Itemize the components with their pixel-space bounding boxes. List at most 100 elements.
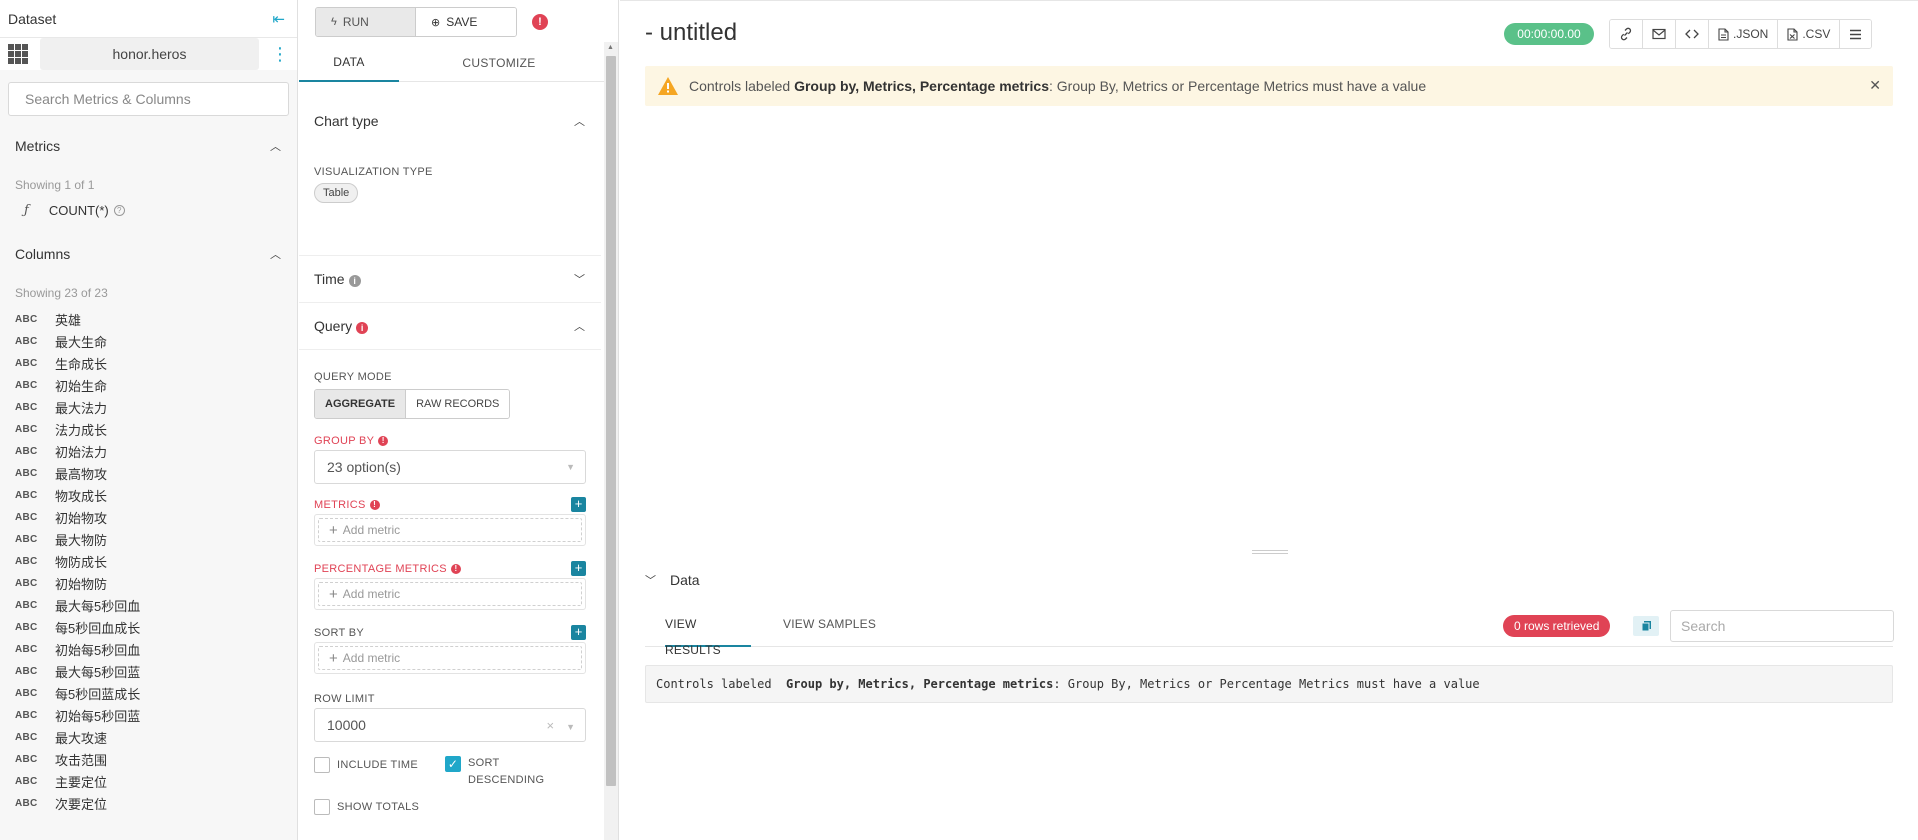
scroll-up-arrow-icon[interactable]: ▲: [607, 44, 614, 51]
save-button[interactable]: ⊕ SAVE: [416, 8, 516, 36]
add-percentage-metrics-button[interactable]: +: [571, 561, 586, 576]
query-section: Query i ︿ QUERY MODE AGGREGATE RAW RECORD…: [299, 303, 601, 816]
column-name: 最大物防: [55, 532, 108, 548]
question-icon[interactable]: ?: [113, 204, 125, 216]
query-mode-toggle: AGGREGATE RAW RECORDS: [314, 389, 511, 419]
metrics-columns-search-input[interactable]: [9, 83, 288, 115]
export-csv-button[interactable]: .CSV: [1778, 20, 1841, 48]
add-sort-by-button[interactable]: +: [571, 625, 586, 640]
caret-down-icon[interactable]: ▼: [566, 722, 575, 732]
string-type-icon: ABC: [15, 467, 38, 479]
column-name: 主要定位: [55, 774, 108, 790]
include-time-option[interactable]: INCLUDE TIME: [299, 756, 445, 774]
alert-prefix: Controls labeled: [689, 78, 795, 94]
column-item[interactable]: ABC 生命成长: [15, 352, 297, 374]
share-email-button[interactable]: [1643, 20, 1676, 48]
close-icon[interactable]: ✕: [1869, 77, 1881, 94]
sort-descending-checkbox[interactable]: ✓: [445, 756, 461, 772]
column-item[interactable]: ABC 每5秒回蓝成长: [15, 682, 297, 704]
embed-code-button[interactable]: [1676, 20, 1709, 48]
clear-icon[interactable]: ×: [546, 718, 554, 733]
tab-view-samples[interactable]: VIEW SAMPLES: [783, 611, 876, 647]
query-title: Query: [314, 318, 353, 334]
info-icon[interactable]: i: [348, 275, 361, 287]
column-item[interactable]: ABC 物攻成长: [15, 484, 297, 506]
error-icon[interactable]: !: [532, 14, 548, 30]
column-item[interactable]: ABC 英雄: [15, 308, 297, 330]
group-by-select[interactable]: 23 option(s) ▼: [314, 450, 586, 484]
metrics-section-header[interactable]: Metrics ︿: [0, 134, 297, 158]
column-item[interactable]: ABC 主要定位: [15, 770, 297, 792]
collapse-panel-icon[interactable]: ⇤: [272, 10, 285, 28]
column-item[interactable]: ABC 初始生命: [15, 374, 297, 396]
add-metric-text: Add metric: [342, 651, 401, 665]
sort-by-add-box[interactable]: + Add metric: [314, 642, 586, 674]
string-type-icon: ABC: [15, 665, 38, 677]
show-totals-checkbox[interactable]: [314, 799, 330, 815]
column-item[interactable]: ABC 物防成长: [15, 550, 297, 572]
add-metric-placeholder[interactable]: + Add metric: [318, 646, 582, 670]
more-menu-button[interactable]: [1840, 20, 1872, 48]
dataset-name[interactable]: honor.heros: [40, 38, 259, 70]
query-header[interactable]: Query i ︿: [299, 303, 601, 349]
string-type-icon: ABC: [15, 335, 38, 347]
dataset-panel: Dataset ⇤ honor.heros ⋮ Metrics ︿ Showin…: [0, 0, 298, 840]
metrics-add-box[interactable]: + Add metric: [314, 514, 586, 546]
percentage-metrics-add-box[interactable]: + Add metric: [314, 578, 586, 610]
column-item[interactable]: ABC 最大攻速: [15, 726, 297, 748]
dataset-menu-icon[interactable]: ⋮: [271, 45, 289, 63]
column-item[interactable]: ABC 最大每5秒回蓝: [15, 660, 297, 682]
tab-customize[interactable]: CUSTOMIZE: [399, 44, 599, 81]
query-mode-aggregate[interactable]: AGGREGATE: [315, 390, 407, 418]
show-totals-option[interactable]: SHOW TOTALS: [299, 798, 601, 816]
csv-label: .CSV: [1802, 27, 1831, 41]
sort-descending-option[interactable]: ✓ SORT DESCENDING: [445, 756, 544, 789]
time-header[interactable]: Time i ﹀: [299, 256, 601, 302]
column-item[interactable]: ABC 初始物防: [15, 572, 297, 594]
copy-link-button[interactable]: [1610, 20, 1643, 48]
results-search-input[interactable]: [1671, 611, 1893, 641]
chart-title[interactable]: - untitled: [645, 19, 737, 47]
control-panel-scrollbar[interactable]: ▲: [604, 42, 618, 840]
tab-view-results[interactable]: VIEW RESULTS: [665, 611, 751, 657]
string-type-icon: ABC: [15, 401, 38, 413]
export-json-button[interactable]: .JSON: [1709, 20, 1779, 48]
column-item[interactable]: ABC 次要定位: [15, 792, 297, 814]
column-item[interactable]: ABC 初始物攻: [15, 506, 297, 528]
metrics-columns-search[interactable]: [8, 82, 289, 116]
column-item[interactable]: ABC 最大物防: [15, 528, 297, 550]
run-button[interactable]: ϟ RUN: [316, 8, 416, 36]
viz-type-chip[interactable]: Table: [314, 183, 359, 203]
columns-section-header[interactable]: Columns ︿: [0, 242, 297, 266]
query-mode-raw-records[interactable]: RAW RECORDS: [406, 390, 510, 418]
tab-data[interactable]: DATA: [299, 44, 399, 82]
column-item[interactable]: ABC 每5秒回血成长: [15, 616, 297, 638]
column-item[interactable]: ABC 最大法力: [15, 396, 297, 418]
chart-type-header[interactable]: Chart type ︿: [299, 98, 601, 144]
column-item[interactable]: ABC 初始每5秒回血: [15, 638, 297, 660]
copy-results-button[interactable]: [1633, 616, 1659, 636]
metric-item[interactable]: ƒ COUNT(*) ?: [0, 200, 297, 220]
include-time-checkbox[interactable]: [314, 757, 330, 773]
data-section-title: Data: [670, 572, 700, 588]
column-item[interactable]: ABC 最高物攻: [15, 462, 297, 484]
column-item[interactable]: ABC 最大生命: [15, 330, 297, 352]
plus-icon: +: [329, 521, 338, 539]
add-metrics-button[interactable]: +: [571, 497, 586, 512]
scrollbar-thumb[interactable]: [606, 56, 616, 786]
control-panel: ϟ RUN ⊕ SAVE ! DATA CUSTOMIZE ▲ Chart ty…: [299, 0, 619, 840]
chevron-up-icon: ︿: [574, 321, 585, 333]
results-search[interactable]: [1670, 610, 1894, 642]
column-item[interactable]: ABC 法力成长: [15, 418, 297, 440]
column-item[interactable]: ABC 最大每5秒回血: [15, 594, 297, 616]
data-section-header[interactable]: ﹀ Data: [645, 572, 700, 588]
row-limit-select[interactable]: 10000 × ▼: [314, 708, 586, 742]
add-metric-placeholder[interactable]: + Add metric: [318, 518, 582, 542]
add-metric-placeholder[interactable]: + Add metric: [318, 582, 582, 606]
column-item[interactable]: ABC 攻击范围: [15, 748, 297, 770]
column-item[interactable]: ABC 初始每5秒回蓝: [15, 704, 297, 726]
metrics-count: Showing 1 of 1: [15, 178, 95, 192]
error-info-icon[interactable]: i: [356, 322, 369, 334]
column-item[interactable]: ABC 初始法力: [15, 440, 297, 462]
pane-resize-handle[interactable]: [1252, 550, 1288, 554]
